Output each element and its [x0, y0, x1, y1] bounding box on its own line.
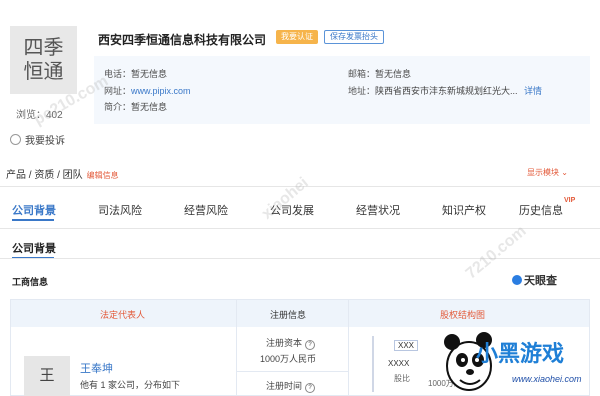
edit-info-link[interactable]: 编辑信息	[87, 171, 119, 180]
logo-text-line1: 四季	[23, 37, 64, 59]
logo-text-line2: 恒通	[23, 61, 64, 83]
email-row: 邮箱：暂无信息	[348, 67, 411, 80]
report-label: 我要投诉	[25, 136, 65, 147]
reg-capital-label: 注册资本?	[266, 336, 316, 350]
reg-time-label: 注册时间?	[266, 379, 316, 393]
company-name: 西安四季恒通信息科技有限公司	[98, 33, 267, 47]
vip-badge: VIP	[564, 197, 576, 204]
active-tab-indicator	[12, 219, 54, 221]
column-separator	[348, 300, 349, 396]
legal-rep-description: 他有 1 家公司，分布如下	[80, 380, 181, 390]
intro-row: 简介：暂无信息	[104, 100, 167, 113]
address-value: 陕西省西安市沣东新城规划红光大...	[375, 86, 518, 96]
website-row: 网址：www.pipix.com	[104, 84, 191, 97]
question-icon[interactable]: ?	[305, 340, 316, 350]
intro-value: 暂无信息	[131, 102, 168, 112]
phone-label: 电话：	[104, 69, 132, 79]
th-legal-rep: 法定代表人	[100, 310, 146, 320]
email-value: 暂无信息	[375, 69, 412, 79]
tab-history[interactable]: 历史信息	[519, 202, 563, 218]
tab-operating-status[interactable]: 经营状况	[356, 202, 400, 218]
equity-node-top: XXX	[394, 340, 419, 351]
brand-watermark: 小黑游戏	[476, 341, 565, 366]
column-separator	[236, 300, 237, 396]
report-link[interactable]: 我要投诉	[10, 132, 65, 147]
reg-capital-label-text: 注册资本	[266, 338, 303, 348]
eye-logo-icon	[512, 275, 522, 285]
save-invoice-button[interactable]: 保存发票抬头	[324, 30, 384, 44]
legal-rep-name-link[interactable]: 王奉坤	[80, 360, 113, 376]
phone-value: 暂无信息	[131, 69, 168, 79]
equity-node-mid: XXXX	[388, 359, 410, 368]
equity-percent-label: 股比	[394, 374, 410, 383]
intro-label: 简介：	[104, 102, 132, 112]
show-modules-label: 显示模块	[527, 168, 559, 177]
tab-company-background[interactable]: 公司背景	[12, 202, 56, 218]
section-title: 公司背景	[12, 243, 56, 255]
tab-operating-risk[interactable]: 经营风险	[184, 202, 228, 218]
cert-button[interactable]: 我要认证	[276, 30, 318, 44]
address-details-link[interactable]: 详情	[524, 86, 542, 96]
avatar: 王	[24, 356, 70, 396]
chevron-down-icon: ⌄	[561, 168, 568, 177]
business-info-title: 工商信息	[12, 277, 49, 287]
products-label[interactable]: 产品 / 资质 / 团队	[6, 170, 83, 181]
tab-intellectual-property[interactable]: 知识产权	[442, 202, 486, 218]
reg-capital-value: 1000万人民币	[260, 354, 317, 364]
question-icon[interactable]: ?	[305, 383, 316, 393]
report-icon	[10, 134, 21, 145]
tab-legal-risk[interactable]: 司法风险	[98, 202, 142, 218]
divider	[0, 258, 600, 259]
email-label: 邮箱：	[348, 69, 376, 79]
address-label: 地址：	[348, 86, 376, 96]
th-registration: 注册信息	[270, 310, 307, 320]
show-modules-toggle[interactable]: 显示模块 ⌄	[527, 167, 568, 178]
website-link[interactable]: www.pipix.com	[131, 86, 191, 96]
products-row: 产品 / 资质 / 团队 编辑信息	[6, 166, 119, 181]
phone-row: 电话：暂无信息	[104, 67, 167, 80]
address-row: 地址：陕西省西安市沣东新城规划红光大... 详情	[348, 84, 542, 97]
brand-url: www.xiaohei.com	[512, 374, 582, 384]
reg-time-label-text: 注册时间	[266, 381, 303, 391]
th-equity: 股权结构图	[440, 310, 486, 320]
row-separator	[236, 371, 348, 372]
tianyancha-brand: 天眼查	[512, 272, 557, 288]
tianyancha-label: 天眼查	[524, 275, 557, 287]
company-logo: 四季 恒通	[10, 26, 77, 94]
